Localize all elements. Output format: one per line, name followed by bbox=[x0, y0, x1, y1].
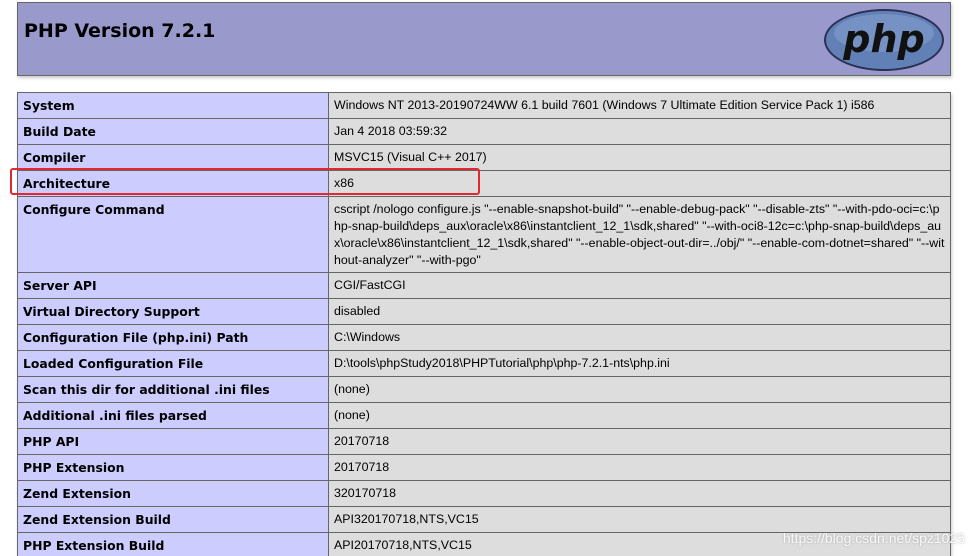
php-logo-text: php bbox=[842, 17, 924, 61]
php-logo-icon[interactable]: php bbox=[822, 7, 946, 73]
row-value: (none) bbox=[328, 402, 951, 429]
row-key: System bbox=[17, 92, 329, 119]
row-key: Virtual Directory Support bbox=[17, 298, 329, 325]
row-value: C:\Windows bbox=[328, 324, 951, 351]
row-value: Windows NT 2013-20190724WW 6.1 build 760… bbox=[328, 92, 951, 119]
table-row: Configuration File (php.ini) Path C:\Wind… bbox=[17, 324, 951, 351]
watermark: https://blog.csdn.net/spz1025 bbox=[782, 530, 965, 546]
table-row: Additional .ini files parsed (none) bbox=[17, 402, 951, 429]
table-row: PHP API 20170718 bbox=[17, 428, 951, 455]
row-key: Zend Extension Build bbox=[17, 506, 329, 533]
table-row: PHP Extension 20170718 bbox=[17, 454, 951, 481]
table-row: Compiler MSVC15 (Visual C++ 2017) bbox=[17, 144, 951, 171]
table-row: Zend Extension Build API320170718,NTS,VC1… bbox=[17, 506, 951, 533]
row-key: Compiler bbox=[17, 144, 329, 171]
row-value: cscript /nologo configure.js "--enable-s… bbox=[328, 196, 951, 273]
page-title: PHP Version 7.2.1 bbox=[24, 20, 216, 42]
row-key: PHP Extension Build bbox=[17, 532, 329, 556]
row-value: API320170718,NTS,VC15 bbox=[328, 506, 951, 533]
phpinfo-header: PHP Version 7.2.1 php bbox=[17, 2, 951, 76]
table-row: Loaded Configuration File D:\tools\phpStu… bbox=[17, 350, 951, 377]
row-value: (none) bbox=[328, 376, 951, 403]
row-value: CGI/FastCGI bbox=[328, 272, 951, 299]
row-key: Configure Command bbox=[17, 196, 329, 273]
table-row: Server API CGI/FastCGI bbox=[17, 272, 951, 299]
table-row: Configure Command cscript /nologo configu… bbox=[17, 196, 951, 273]
row-key: PHP Extension bbox=[17, 454, 329, 481]
row-value: MSVC15 (Visual C++ 2017) bbox=[328, 144, 951, 171]
row-key: PHP API bbox=[17, 428, 329, 455]
row-value: 20170718 bbox=[328, 454, 951, 481]
row-value: 20170718 bbox=[328, 428, 951, 455]
row-key: Server API bbox=[17, 272, 329, 299]
row-key: Zend Extension bbox=[17, 480, 329, 507]
phpinfo-page: PHP Version 7.2.1 php System Windows NT 2… bbox=[0, 0, 973, 556]
row-value: x86 bbox=[328, 170, 951, 197]
table-row: Scan this dir for additional .ini files(… bbox=[17, 376, 951, 403]
row-key: Loaded Configuration File bbox=[17, 350, 329, 377]
table-row: Build Date Jan 4 2018 03:59:32 bbox=[17, 118, 951, 145]
row-key: Build Date bbox=[17, 118, 329, 145]
row-key: Configuration File (php.ini) Path bbox=[17, 324, 329, 351]
table-row: Architecture x86 bbox=[17, 170, 951, 197]
row-key: Additional .ini files parsed bbox=[17, 402, 329, 429]
row-key: Architecture bbox=[17, 170, 329, 197]
table-row: Virtual Directory Support disabled bbox=[17, 298, 951, 325]
row-key: Scan this dir for additional .ini files bbox=[17, 376, 329, 403]
system-info-table: System Windows NT 2013-20190724WW 6.1 bui… bbox=[17, 92, 951, 556]
table-row: Zend Extension 320170718 bbox=[17, 480, 951, 507]
row-value: D:\tools\phpStudy2018\PHPTutorial\php\ph… bbox=[328, 350, 951, 377]
table-row: System Windows NT 2013-20190724WW 6.1 bui… bbox=[17, 92, 951, 119]
row-value: Jan 4 2018 03:59:32 bbox=[328, 118, 951, 145]
row-value: disabled bbox=[328, 298, 951, 325]
row-value: 320170718 bbox=[328, 480, 951, 507]
